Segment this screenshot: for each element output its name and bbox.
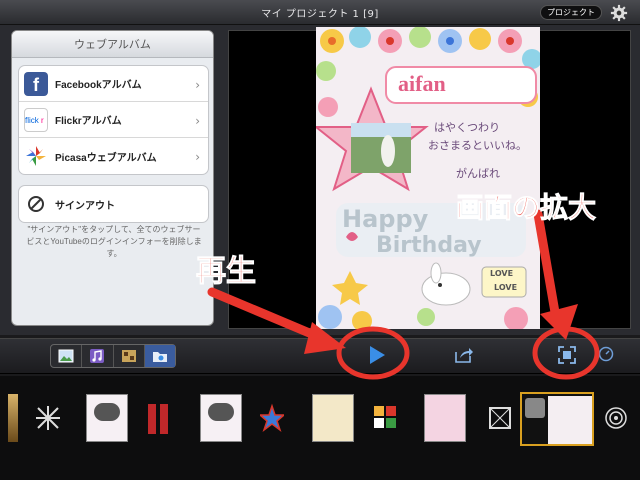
play-annotation-label: 再生 bbox=[196, 254, 257, 290]
zoom-annotation-label: 画面の拡大 bbox=[455, 191, 597, 225]
annotation-overlay bbox=[207, 209, 600, 380]
